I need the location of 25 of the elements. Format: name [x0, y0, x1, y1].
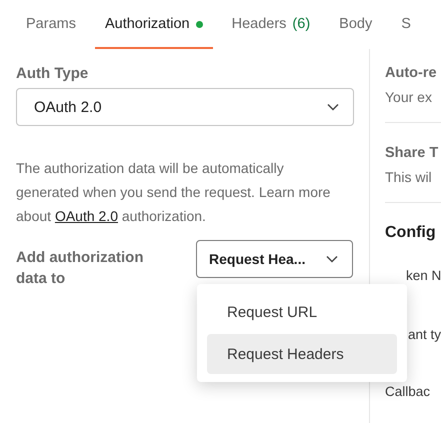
field-label: Auth Type [16, 65, 90, 82]
tab[interactable]: Authorization [94, 11, 213, 49]
section-text: Your ex [385, 89, 432, 105]
tab[interactable]: S [391, 11, 421, 49]
auth-type-dropdown[interactable]: OAuth 2.0 [16, 88, 354, 126]
section-title: Auto-re [385, 65, 437, 81]
tab[interactable]: Headers (6) [222, 11, 320, 49]
field-label: Callbac [385, 384, 430, 399]
tab[interactable]: Body [329, 11, 382, 49]
add-to-dropdown[interactable]: Request Hea... [196, 240, 353, 278]
section-heading: Config [385, 224, 436, 242]
section-text: This wil [385, 169, 432, 185]
field-label: Add authorization data to [16, 248, 144, 289]
menu-option[interactable]: Request URL [207, 292, 397, 332]
description-text: The authorization data will be automatically generated when you send the request. Learn more about OAuth 2.0 authorization. [16, 159, 332, 226]
count-label: (6) [292, 16, 310, 32]
chevron-down-icon [326, 255, 338, 263]
chevron-down-icon [327, 103, 339, 111]
field-label: ken N [405, 268, 441, 283]
field-label: ant ty [407, 327, 441, 342]
status-dot-icon [196, 20, 203, 28]
menu-option[interactable]: Request Headers [207, 334, 397, 374]
docs-link[interactable]: OAuth 2.0 [54, 208, 118, 224]
tab[interactable]: Params [16, 11, 86, 49]
section-title: Share T [385, 145, 438, 161]
